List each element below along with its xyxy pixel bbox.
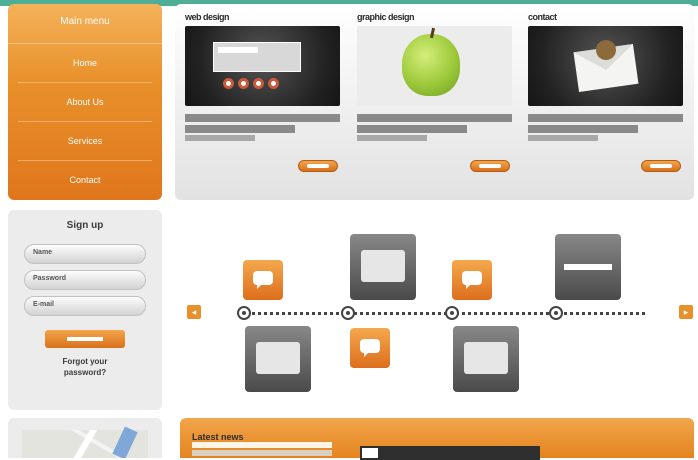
featured-panel: web design graphic design contact (175, 4, 694, 200)
news-title: Latest news (192, 432, 244, 442)
apple-thumbnail[interactable] (357, 26, 512, 106)
card-text-line (357, 135, 427, 141)
signup-submit-button[interactable] (45, 330, 125, 348)
timeline-gallery-tile[interactable] (453, 326, 519, 392)
menu-item-home[interactable]: Home (18, 44, 152, 83)
timeline-node[interactable] (445, 306, 459, 320)
news-panel: Latest news (180, 418, 694, 460)
strip-graphic (564, 264, 612, 270)
card-text-line (528, 114, 683, 122)
timeline-gallery-tile[interactable] (555, 234, 621, 300)
menu-item-contact[interactable]: Contact (18, 161, 152, 200)
chat-bubble-icon (462, 271, 482, 289)
read-more-button[interactable] (641, 160, 681, 172)
main-menu-title: Main menu (8, 4, 162, 44)
timeline-node[interactable] (549, 306, 563, 320)
timeline: ◂ ▸ (175, 210, 698, 410)
menu-item-services[interactable]: Services (18, 122, 152, 161)
timeline-next-arrow-icon[interactable]: ▸ (679, 305, 693, 319)
card-text-line (357, 125, 467, 133)
main-menu: Main menu Home About Us Services Contact (8, 4, 162, 200)
email-field[interactable]: E-mail (24, 296, 146, 316)
seal-icon (596, 40, 616, 60)
timeline-node[interactable] (237, 306, 251, 320)
card-text-line (185, 135, 255, 141)
timeline-gallery-tile[interactable] (350, 234, 416, 300)
mini-window-graphic (213, 42, 301, 72)
news-text-line (192, 450, 332, 456)
map-panel[interactable] (8, 418, 162, 458)
timeline-node[interactable] (341, 306, 355, 320)
mini-dots-graphic (223, 78, 279, 89)
card-text-line (528, 125, 638, 133)
news-text-line (192, 442, 332, 448)
card-title: contact (528, 12, 557, 22)
card-text-line (185, 114, 340, 122)
forgot-line: password? (63, 368, 107, 377)
ui-window-thumbnail[interactable] (185, 26, 340, 106)
card-text-line (357, 114, 512, 122)
speech-bubble-icon (361, 250, 405, 282)
card-text-line (528, 135, 598, 141)
signup-panel: Sign up Name Password E-mail Forgot your… (8, 210, 162, 410)
timeline-chat-tile[interactable] (243, 260, 283, 300)
speech-bubble-icon (464, 342, 508, 374)
read-more-button[interactable] (298, 160, 338, 172)
timeline-chat-tile[interactable] (350, 328, 390, 368)
password-field[interactable]: Password (24, 270, 146, 290)
featured-card-contact: contact (528, 12, 683, 172)
menu-item-about-us[interactable]: About Us (18, 83, 152, 122)
card-text-line (185, 125, 295, 133)
chat-bubble-icon (253, 271, 273, 289)
speech-bubble-icon (256, 342, 300, 374)
read-more-button[interactable] (470, 160, 510, 172)
card-title: graphic design (357, 12, 415, 22)
card-title: web design (185, 12, 230, 22)
envelope-thumbnail[interactable] (528, 26, 683, 106)
apple-icon (402, 34, 460, 96)
name-field[interactable]: Name (24, 244, 146, 264)
featured-card-graphic-design: graphic design (357, 12, 512, 172)
signup-title: Sign up (66, 220, 104, 231)
timeline-chat-tile[interactable] (452, 260, 492, 300)
forgot-password-link[interactable]: Forgot your password? (8, 356, 162, 378)
featured-card-web-design: web design (185, 12, 340, 172)
chat-bubble-icon (360, 339, 380, 357)
timeline-gallery-tile[interactable] (245, 326, 311, 392)
news-dark-box[interactable] (360, 446, 540, 460)
timeline-prev-arrow-icon[interactable]: ◂ (187, 305, 201, 319)
forgot-line: Forgot your (62, 357, 108, 366)
